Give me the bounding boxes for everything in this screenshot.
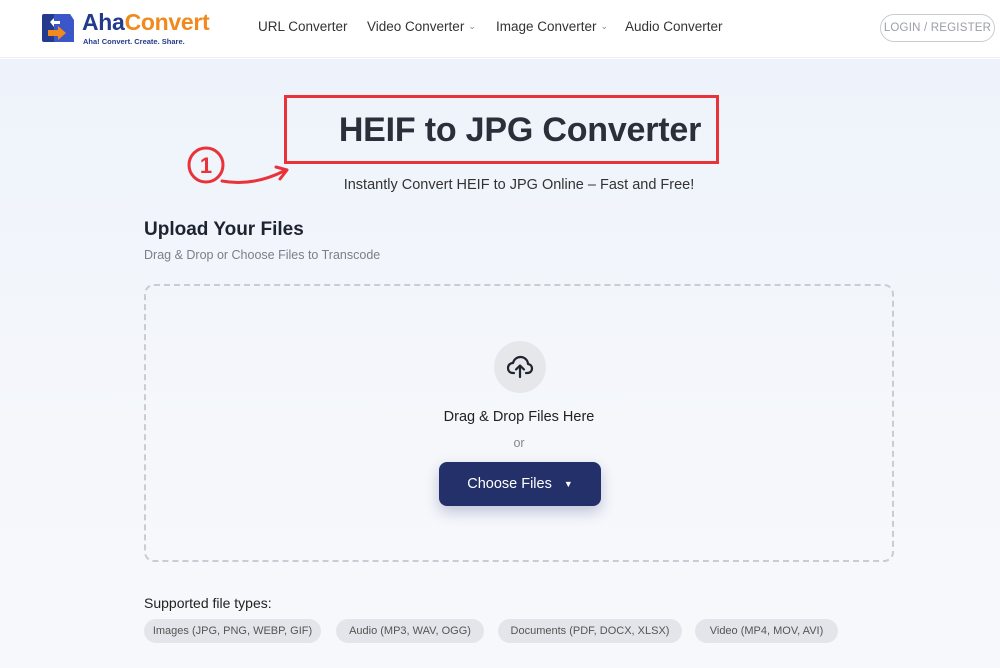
upload-section-title: Upload Your Files [144, 219, 304, 240]
file-type-chip: Video (MP4, MOV, AVI) [695, 619, 838, 643]
supported-types-label: Supported file types: [144, 595, 272, 611]
chevron-down-icon: ⌄ [468, 21, 476, 31]
or-separator: or [513, 436, 525, 450]
drop-instructions: Drag & Drop Files Here [443, 409, 595, 425]
site-logo[interactable]: AhaConvert Aha! Convert. Create. Share. [40, 8, 215, 48]
nav-url-converter[interactable]: URL Converter [258, 19, 348, 34]
file-type-chip: Documents (PDF, DOCX, XLSX) [498, 619, 682, 643]
site-header: AhaConvert Aha! Convert. Create. Share. … [0, 0, 1000, 58]
cloud-upload-icon [494, 341, 546, 393]
nav-label: Video Converter [367, 19, 465, 34]
choose-files-button[interactable]: Choose Files ▼ [439, 462, 601, 506]
chevron-down-icon: ⌄ [600, 21, 609, 31]
logo-tagline: Aha! Convert. Create. Share. [83, 37, 185, 46]
nav-audio-converter[interactable]: Audio Converter [625, 19, 723, 34]
caret-down-icon: ▼ [563, 479, 573, 490]
page-subtitle: Instantly Convert HEIF to JPG Online – F… [343, 177, 695, 193]
nav-video-converter[interactable]: Video Converter ⌄ [367, 19, 476, 34]
file-type-chip: Audio (MP3, WAV, OGG) [336, 619, 484, 643]
nav-image-converter[interactable]: Image Converter ⌄ [496, 19, 608, 34]
choose-files-label: Choose Files [467, 476, 552, 492]
annotation-highlight-box [284, 95, 719, 164]
nav-label: URL Converter [258, 19, 348, 34]
upload-section-subtitle: Drag & Drop or Choose Files to Transcode [144, 248, 381, 262]
main-content: HEIF to JPG Converter 1 Instantly Conver… [0, 59, 1000, 668]
file-dropzone[interactable]: Drag & Drop Files Here or Choose Files ▼ [144, 284, 894, 562]
login-register-button[interactable]: LOGIN / REGISTER [880, 14, 995, 42]
annotation-step-number: 1 [200, 153, 212, 178]
nav-label: Image Converter [496, 19, 597, 34]
logo-wordmark: AhaConvert [82, 9, 210, 35]
file-type-chip: Images (JPG, PNG, WEBP, GIF) [144, 619, 321, 643]
logo-icon [42, 14, 74, 42]
nav-label: Audio Converter [625, 19, 723, 34]
